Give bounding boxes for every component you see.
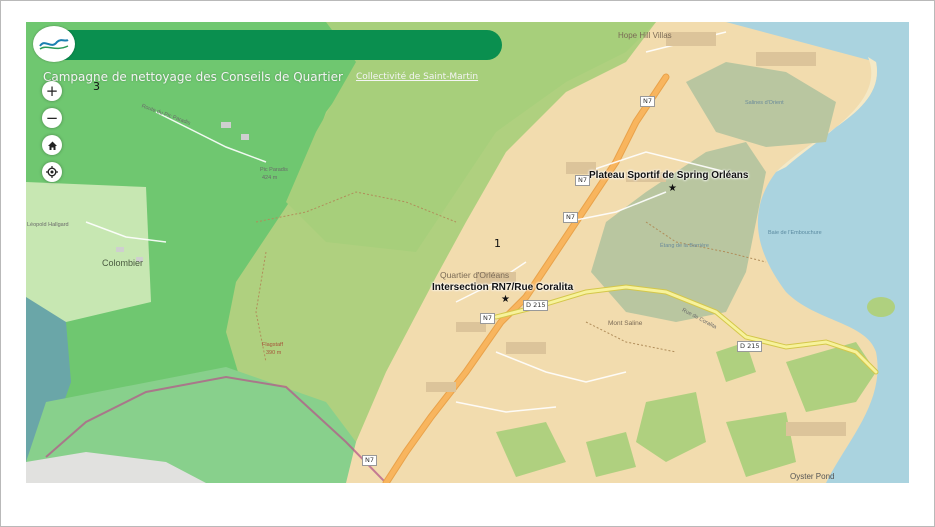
marker-3-number[interactable]: 3 — [93, 80, 100, 93]
place-colombier: Colombier — [102, 258, 144, 268]
place-oyster-pond: Oyster Pond — [790, 472, 835, 481]
zoom-in-button[interactable]: + — [42, 81, 62, 101]
road-shield-n7-north: N7 — [640, 96, 655, 107]
marker-2-star-icon[interactable]: ★ — [668, 184, 677, 194]
place-etang: Étang de la Barrière — [660, 243, 709, 249]
marker-2-label[interactable]: Plateau Sportif de Spring Orléans — [589, 170, 748, 181]
collectivite-logo[interactable] — [33, 26, 75, 62]
locate-icon — [46, 166, 58, 178]
place-hope-hill: Hope Hill Villas — [618, 31, 672, 40]
road-shield-n7-mid: N7 — [575, 175, 590, 186]
map-canvas[interactable] — [26, 22, 909, 483]
place-salines: Salines d'Orient — [745, 100, 784, 106]
map-tiles — [26, 22, 909, 483]
home-icon — [47, 141, 57, 150]
road-shield-n7-bottom: N7 — [362, 455, 377, 466]
home-button[interactable] — [42, 135, 62, 155]
place-flagstaff-elevation: 390 m — [266, 350, 282, 356]
road-shield-n7-center: N7 — [563, 212, 578, 223]
place-pic-paradis: Pic Paradis — [260, 167, 288, 173]
place-mont-saline: Mont Saline — [608, 320, 643, 327]
logo-wave-icon — [39, 39, 69, 50]
header-bar — [36, 30, 502, 60]
place-baie: Baie de l'Embouchure — [768, 230, 822, 236]
place-flagstaff: Flagstaff — [262, 342, 283, 348]
marker-1-number[interactable]: 1 — [494, 237, 501, 250]
road-shield-d215-west: D 215 — [523, 300, 549, 311]
locate-button[interactable] — [42, 162, 62, 182]
marker-1-star-icon[interactable]: ★ — [501, 295, 510, 305]
place-pic-elevation: 424 m — [262, 175, 278, 181]
zoom-out-button[interactable]: − — [42, 108, 62, 128]
organization-link[interactable]: Collectivité de Saint-Martin — [356, 72, 478, 82]
road-shield-d215-east: D 215 — [737, 341, 763, 352]
road-leopold-hallgard: Léopold Hallgard — [27, 222, 69, 228]
marker-1-label[interactable]: Intersection RN7/Rue Coralita — [432, 282, 573, 293]
page-title: Campagne de nettoyage des Conseils de Qu… — [43, 70, 343, 84]
place-quartier-orleans: Quartier d'Orléans — [440, 270, 510, 280]
road-shield-n7-south: N7 — [480, 313, 495, 324]
